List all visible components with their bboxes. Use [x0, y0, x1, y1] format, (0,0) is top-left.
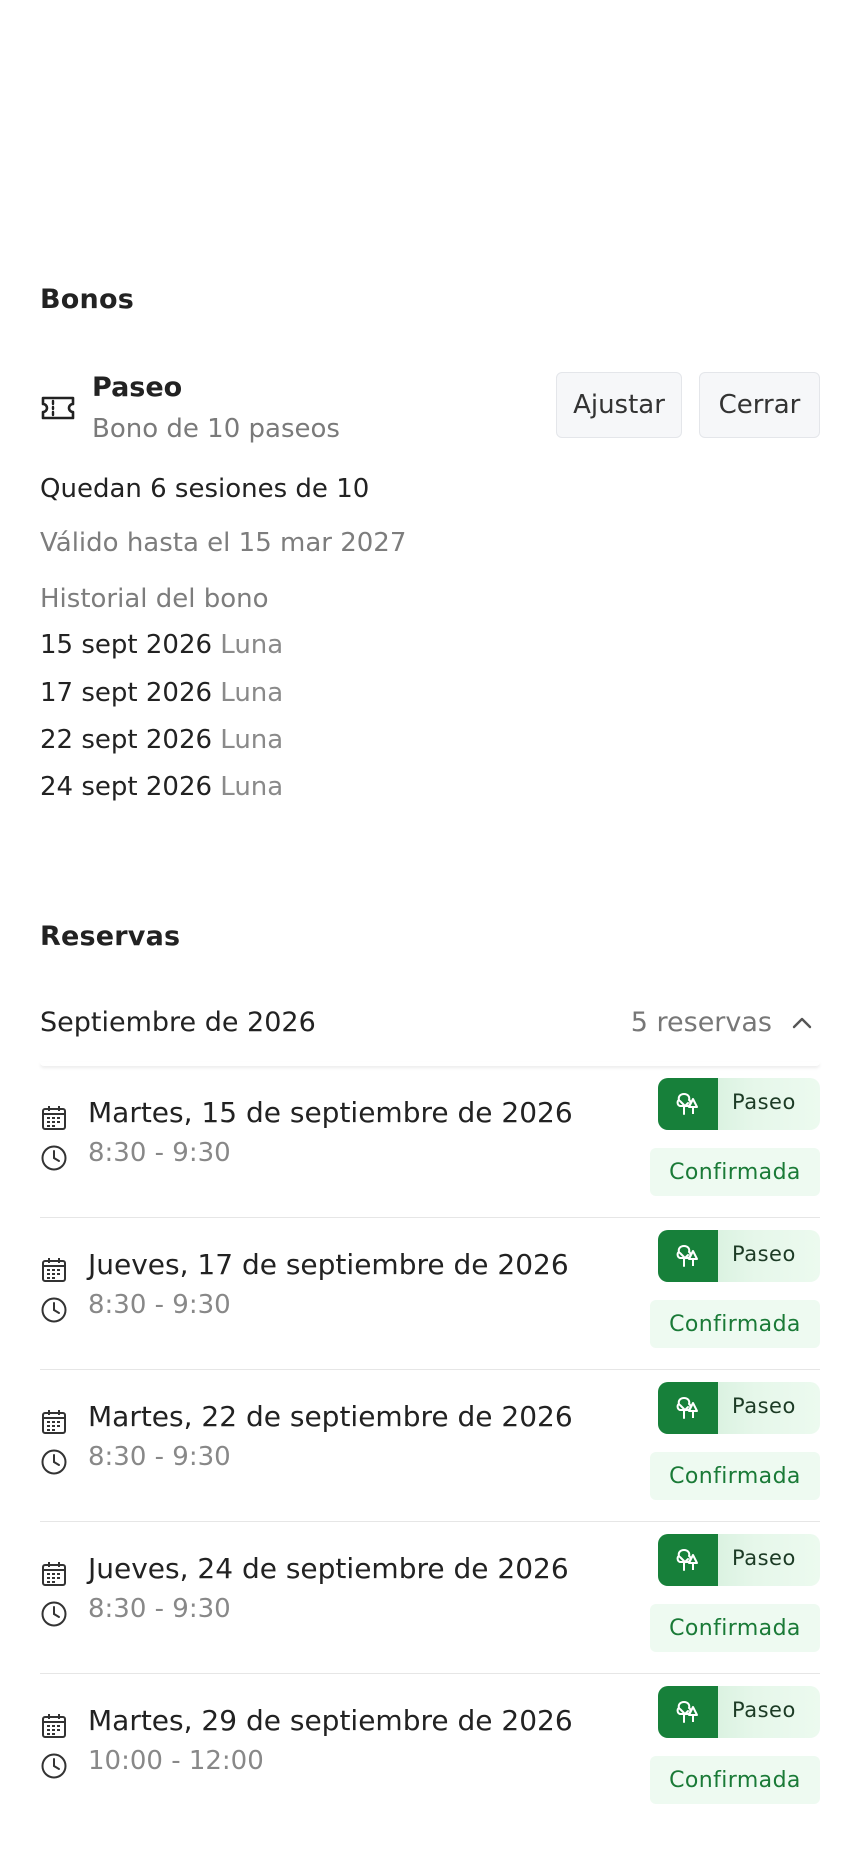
- clock-icon: [41, 1753, 67, 1779]
- calendar-icon: [42, 1562, 66, 1586]
- status-badge: Confirmada: [650, 1604, 820, 1652]
- reservation-time: 8:30 - 9:30: [88, 1594, 231, 1624]
- bono-description: Bono de 10 paseos: [92, 414, 340, 444]
- bonos-title: Bonos: [40, 284, 134, 315]
- adjust-button[interactable]: Ajustar: [556, 372, 682, 438]
- month-group-header[interactable]: Septiembre de 2026 5 reservas: [40, 993, 820, 1063]
- bono-remaining: Quedan 6 sesiones de 10: [40, 474, 370, 504]
- clock-icon: [41, 1601, 67, 1627]
- history-item: 15 sept 2026 Luna: [40, 630, 283, 660]
- clock-icon: [41, 1297, 67, 1323]
- history-name: Luna: [220, 678, 284, 708]
- service-label: Paseo: [732, 1546, 796, 1570]
- history-item: 22 sept 2026 Luna: [40, 725, 283, 755]
- history-item: 24 sept 2026 Luna: [40, 772, 283, 802]
- reservation-count: 5 reservas: [630, 1007, 772, 1038]
- reservation-row[interactable]: Jueves, 17 de septiembre de 2026 8:30 - …: [40, 1218, 820, 1370]
- reservation-date: Martes, 29 de septiembre de 2026: [88, 1704, 573, 1737]
- tree-icon: [658, 1686, 718, 1738]
- reservation-row[interactable]: Martes, 22 de septiembre de 2026 8:30 - …: [40, 1370, 820, 1522]
- calendar-icon: [42, 1106, 66, 1130]
- tree-icon: [658, 1534, 718, 1586]
- service-label: Paseo: [732, 1242, 796, 1266]
- reservation-date: Martes, 15 de septiembre de 2026: [88, 1096, 573, 1129]
- bono-name: Paseo: [92, 372, 183, 403]
- close-bono-button[interactable]: Cerrar: [699, 372, 820, 438]
- history-name: Luna: [220, 772, 284, 802]
- tree-icon: [658, 1078, 718, 1130]
- history-date: 24 sept 2026: [40, 772, 213, 802]
- reservation-time: 8:30 - 9:30: [88, 1442, 231, 1472]
- status-badge: Confirmada: [650, 1300, 820, 1348]
- calendar-icon: [42, 1714, 66, 1738]
- history-item: 17 sept 2026 Luna: [40, 678, 283, 708]
- ticket-icon: [41, 396, 75, 420]
- history-date: 22 sept 2026: [40, 725, 213, 755]
- reservation-row[interactable]: Martes, 29 de septiembre de 2026 10:00 -…: [40, 1674, 820, 1826]
- status-badge: Confirmada: [650, 1452, 820, 1500]
- calendar-icon: [42, 1410, 66, 1434]
- history-name: Luna: [220, 725, 284, 755]
- service-tag: Paseo: [658, 1078, 820, 1130]
- bono-card: Paseo Bono de 10 paseos Ajustar Cerrar: [40, 372, 820, 462]
- service-tag: Paseo: [658, 1382, 820, 1434]
- service-tag: Paseo: [658, 1534, 820, 1586]
- service-tag: Paseo: [658, 1686, 820, 1738]
- tree-icon: [658, 1382, 718, 1434]
- service-label: Paseo: [732, 1698, 796, 1722]
- chevron-up-icon[interactable]: [790, 1011, 814, 1035]
- month-label: Septiembre de 2026: [40, 1007, 316, 1038]
- status-badge: Confirmada: [650, 1756, 820, 1804]
- reservation-date: Jueves, 24 de septiembre de 2026: [88, 1552, 569, 1585]
- status-badge: Confirmada: [650, 1148, 820, 1196]
- reservation-time: 8:30 - 9:30: [88, 1138, 231, 1168]
- reservation-row[interactable]: Martes, 15 de septiembre de 2026 8:30 - …: [40, 1066, 820, 1218]
- reservation-date: Martes, 22 de septiembre de 2026: [88, 1400, 573, 1433]
- service-label: Paseo: [732, 1090, 796, 1114]
- service-label: Paseo: [732, 1394, 796, 1418]
- bono-valid-until: Válido hasta el 15 mar 2027: [40, 528, 407, 558]
- clock-icon: [41, 1449, 67, 1475]
- reservation-date: Jueves, 17 de septiembre de 2026: [88, 1248, 569, 1281]
- reservation-time: 8:30 - 9:30: [88, 1290, 231, 1320]
- clock-icon: [41, 1145, 67, 1171]
- service-tag: Paseo: [658, 1230, 820, 1282]
- tree-icon: [658, 1230, 718, 1282]
- history-date: 15 sept 2026: [40, 630, 213, 660]
- reservas-title: Reservas: [40, 921, 181, 952]
- history-name: Luna: [220, 630, 284, 660]
- history-date: 17 sept 2026: [40, 678, 213, 708]
- calendar-icon: [42, 1258, 66, 1282]
- bono-history-title: Historial del bono: [40, 584, 269, 614]
- reservation-row[interactable]: Jueves, 24 de septiembre de 2026 8:30 - …: [40, 1522, 820, 1674]
- reservation-time: 10:00 - 12:00: [88, 1746, 264, 1776]
